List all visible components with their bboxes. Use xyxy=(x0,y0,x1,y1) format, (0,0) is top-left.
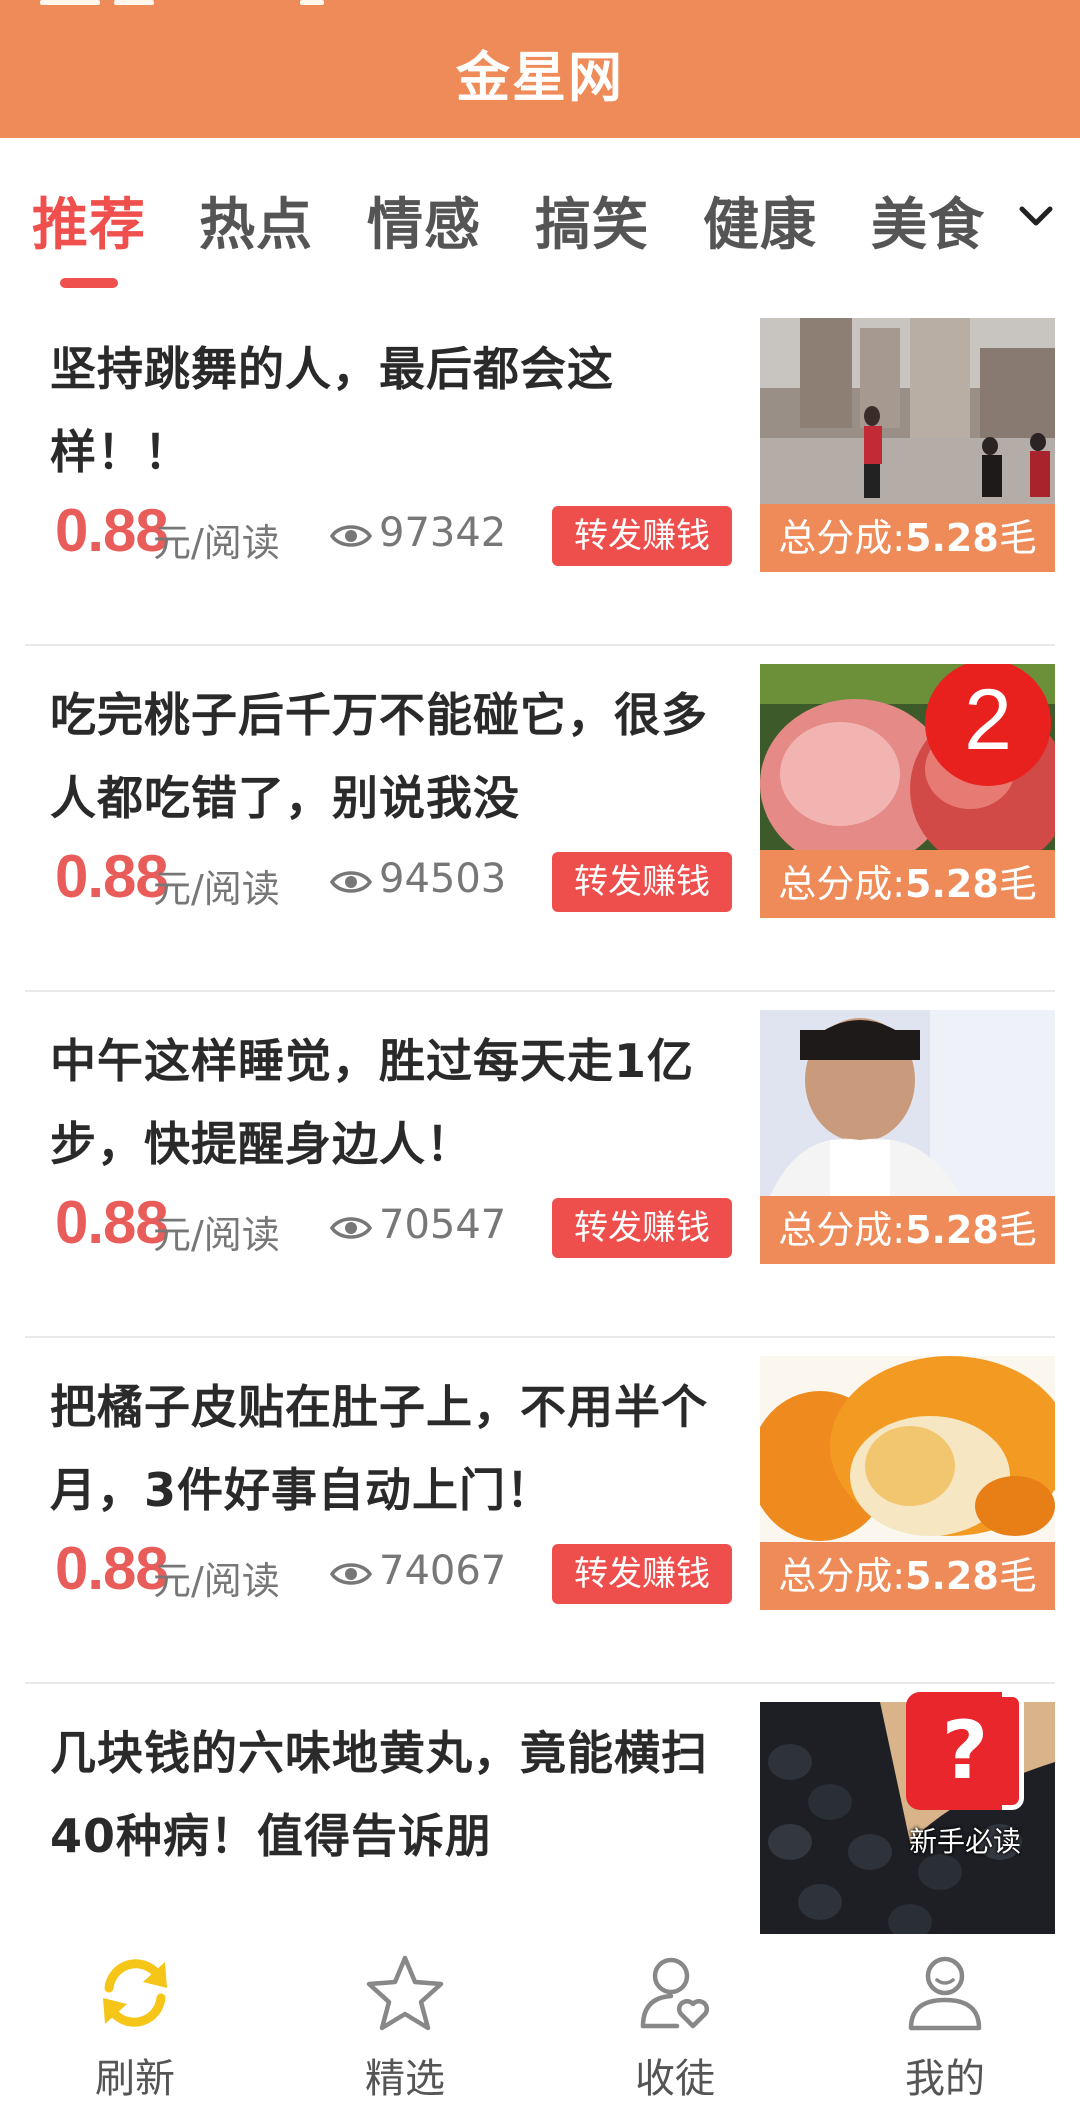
share-total-badge: 总分成:5.28毛 xyxy=(760,850,1055,918)
view-count: 97342 xyxy=(379,510,507,556)
tab-emotion[interactable]: 情感 xyxy=(367,180,481,261)
nav-refresh[interactable]: 刷新 xyxy=(0,1934,270,2106)
nav-recruit[interactable]: 收徒 xyxy=(540,1934,810,2106)
view-count: 70547 xyxy=(379,1202,507,1248)
article-title[interactable]: 几块钱的六味地黄丸，竟能横扫40种病！值得告诉朋 xyxy=(50,1712,740,1878)
article-item[interactable]: 把橘子皮贴在肚子上，不用半个月，3件好事自动上门！ 0.88 元/阅读 7406… xyxy=(25,1338,1055,1684)
chevron-down-icon[interactable] xyxy=(1016,196,1056,236)
orange-photo xyxy=(760,1356,1055,1542)
app-header: 金星网 xyxy=(0,0,1080,138)
article-item[interactable]: 中午这样睡觉，胜过每天走1亿步，快提醒身边人！ 0.88 元/阅读 70547 … xyxy=(25,992,1055,1338)
article-thumbnail[interactable]: 总分成:5.28毛 xyxy=(760,318,1055,572)
nav-featured[interactable]: 精选 xyxy=(270,1934,540,2106)
price-unit: 元/阅读 xyxy=(153,1559,280,1603)
price-value: 0.88 xyxy=(55,1535,169,1602)
disciple-icon xyxy=(640,1957,710,2029)
bracket-decoration xyxy=(1002,1692,1024,1810)
article-thumbnail[interactable]: 总分成:5.28毛 xyxy=(760,1010,1055,1264)
active-tab-indicator xyxy=(60,278,118,288)
tab-food[interactable]: 美食 xyxy=(871,180,985,261)
category-tabs: 推荐 热点 情感 搞笑 健康 美食 xyxy=(0,138,1080,298)
article-item[interactable]: 坚持跳舞的人，最后都会这样！！ 0.88 元/阅读 97342 转发赚钱 总分成… xyxy=(25,300,1055,646)
share-earn-button[interactable]: 转发赚钱 xyxy=(552,852,732,912)
eye-icon xyxy=(330,525,372,547)
app-title: 金星网 xyxy=(456,45,624,109)
share-total-badge: 总分成:5.28毛 xyxy=(760,1542,1055,1610)
article-title[interactable]: 中午这样睡觉，胜过每天走1亿步，快提醒身边人！ xyxy=(50,1020,740,1186)
tab-health[interactable]: 健康 xyxy=(703,180,817,261)
article-title[interactable]: 把橘子皮贴在肚子上，不用半个月，3件好事自动上门！ xyxy=(50,1366,740,1532)
price-value: 0.88 xyxy=(55,1189,169,1256)
article-thumbnail[interactable]: 2 总分成:5.28毛 xyxy=(760,664,1055,918)
share-total-badge: 总分成:5.28毛 xyxy=(760,1196,1055,1264)
dancing-photo xyxy=(760,318,1055,504)
newbie-guide-button[interactable]: ? 新手必读 xyxy=(900,1686,1030,1866)
eye-icon xyxy=(330,1217,372,1239)
view-count: 74067 xyxy=(379,1548,507,1594)
nav-label: 收徒 xyxy=(635,2056,715,2102)
tab-funny[interactable]: 搞笑 xyxy=(535,180,649,261)
image-number-badge: 2 xyxy=(925,664,1051,786)
share-earn-button[interactable]: 转发赚钱 xyxy=(552,506,732,566)
status-bar-remnant xyxy=(40,0,340,6)
nav-label: 刷新 xyxy=(95,2056,175,2102)
price-unit: 元/阅读 xyxy=(153,1213,280,1257)
nav-label: 我的 xyxy=(905,2056,985,2102)
profile-icon xyxy=(908,1956,982,2031)
tab-hot[interactable]: 热点 xyxy=(199,180,313,261)
star-icon xyxy=(366,1955,444,2031)
price-value: 0.88 xyxy=(55,843,169,910)
tab-recommend[interactable]: 推荐 xyxy=(32,180,146,261)
article-title[interactable]: 坚持跳舞的人，最后都会这样！！ xyxy=(50,328,740,494)
eye-icon xyxy=(330,1563,372,1585)
newbie-guide-label: 新手必读 xyxy=(908,1825,1021,1858)
bottom-nav: 刷新 精选 收徒 我的 xyxy=(0,1934,1080,2106)
eye-icon xyxy=(330,871,372,893)
nav-label: 精选 xyxy=(365,2056,445,2102)
article-item[interactable]: 吃完桃子后千万不能碰它，很多人都吃错了，别说我没 0.88 元/阅读 94503… xyxy=(25,646,1055,992)
view-count: 94503 xyxy=(379,856,507,902)
price-unit: 元/阅读 xyxy=(153,867,280,911)
price-value: 0.88 xyxy=(55,497,169,564)
article-thumbnail[interactable]: 总分成:5.28毛 xyxy=(760,1356,1055,1610)
refresh-icon xyxy=(103,1959,167,2027)
nav-profile[interactable]: 我的 xyxy=(810,1934,1080,2106)
share-total-badge: 总分成:5.28毛 xyxy=(760,504,1055,572)
article-title[interactable]: 吃完桃子后千万不能碰它，很多人都吃错了，别说我没 xyxy=(50,674,740,840)
share-earn-button[interactable]: 转发赚钱 xyxy=(552,1198,732,1258)
man-photo xyxy=(760,1010,1055,1196)
share-earn-button[interactable]: 转发赚钱 xyxy=(552,1544,732,1604)
price-unit: 元/阅读 xyxy=(153,521,280,565)
